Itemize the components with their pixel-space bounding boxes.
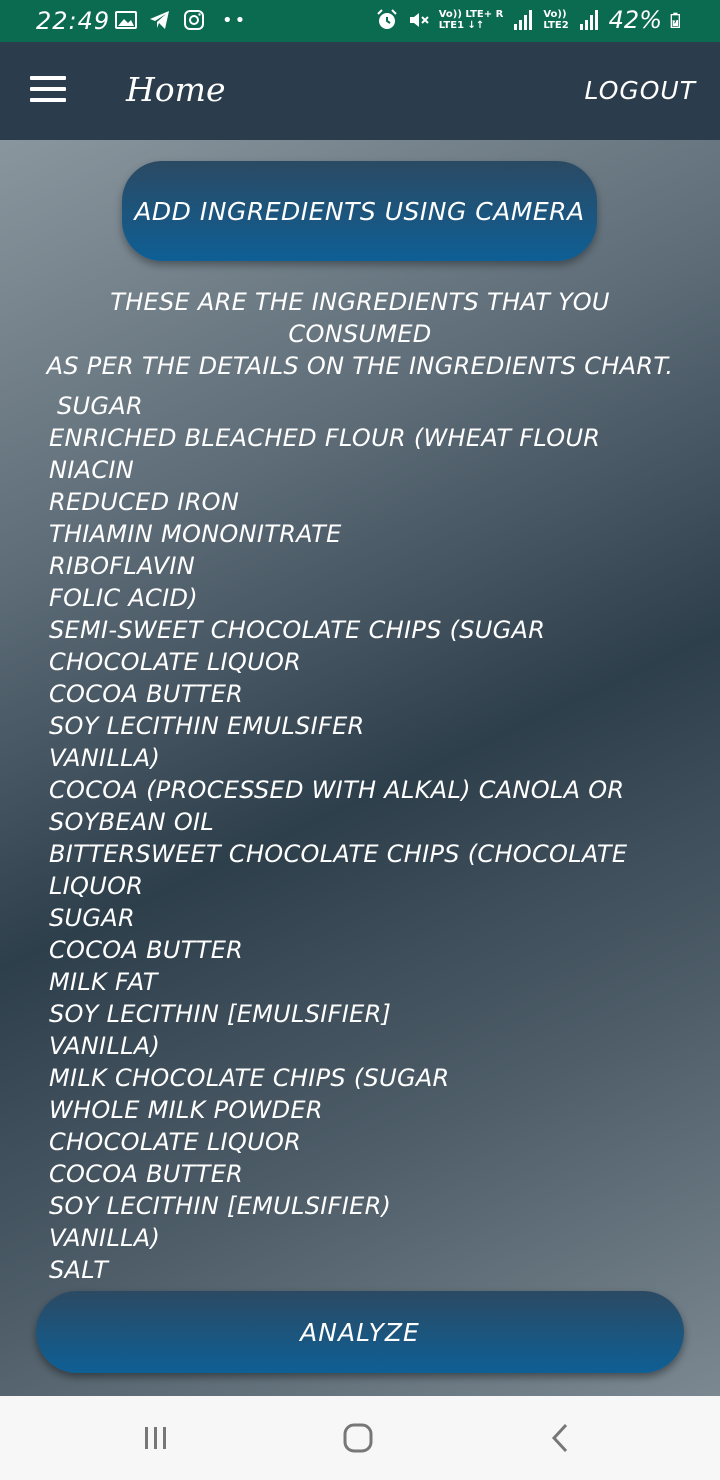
net1-bottom-text: LTE1 ↓↑ [438,20,485,31]
battery-percent: 42% [608,6,662,34]
ingredient-item: MILK FAT [49,968,158,996]
ingredient-item: BITTERSWEET CHOCOLATE CHIPS (CHOCOLATE [49,840,628,868]
ingredient-item: SUGAR [49,904,135,932]
battery-icon [670,12,680,28]
recents-icon[interactable] [136,1418,176,1458]
ingredient-item: SOYBEAN OIL [49,808,215,836]
status-time: 22:49 [36,7,111,35]
ingredient-item: SALT [49,1256,109,1284]
ingredient-item: COCOA BUTTER [49,936,244,964]
instagram-icon [184,10,204,30]
signal-icon [579,10,598,30]
add-ingredients-camera-button[interactable]: ADD INGREDIENTS USING CAMERA [122,161,597,261]
image-icon [115,11,137,29]
ingredient-item: SUGAR [57,392,143,420]
ingredient-item: FOLIC ACID) [49,584,198,612]
ingredient-item: VANILLA) [49,1032,161,1060]
analyze-button[interactable]: ANALYZE [36,1291,684,1373]
ingredient-item: WHOLE MILK POWDER [49,1096,323,1124]
ingredient-item: ENRICHED BLEACHED FLOUR (WHEAT FLOUR [49,424,601,452]
status-bar: 22:49 •• Vo)) LTE+ R LTE1 ↓↑ Vo)) LTE2 4… [0,0,720,42]
ingredient-item: CHOCOLATE LIQUOR [49,648,302,676]
status-right-icons: Vo)) LTE+ R LTE1 ↓↑ Vo)) LTE2 42% [375,6,686,34]
ingredient-item: SOY LECITHIN EMULSIFER [49,712,365,740]
ingredient-item: MILK CHOCOLATE CHIPS (SUGAR [49,1064,450,1092]
signal-icon [514,10,533,30]
ingredient-list: SUGAR ENRICHED BLEACHED FLOUR (WHEAT FLO… [49,390,689,1286]
ingredient-item: REDUCED IRON [49,488,240,516]
back-icon[interactable] [540,1418,580,1458]
ingredient-item: NIACIN [49,456,135,484]
ingredient-item: COCOA (PROCESSED WITH ALKAL) CANOLA OR [49,776,625,804]
ingredient-item: VANILLA) [49,744,161,772]
net2-top-text: Vo)) [543,9,567,20]
ingredient-item: COCOA BUTTER [49,680,244,708]
app-bar: Home LOGOUT [0,42,720,140]
network-lte2: Vo)) LTE2 [543,9,568,31]
alarm-icon [376,9,397,29]
network-lte1: Vo)) LTE+ R LTE1 ↓↑ [439,9,504,31]
home-icon[interactable] [338,1418,378,1458]
ingredient-item: SOY LECITHIN [EMULSIFIER] [49,1000,392,1028]
ingredient-item: LIQUOR [49,872,144,900]
ingredient-item: SOY LECITHIN [EMULSIFIER) [49,1192,392,1220]
net2-bottom-text: LTE2 [543,20,569,31]
main-content: ADD INGREDIENTS USING CAMERA THESE ARE T… [0,140,720,1396]
system-nav-bar [0,1396,720,1480]
intro-line-1: THESE ARE THE INGREDIENTS THAT YOU CONSU… [110,288,610,348]
ingredient-item: COCOA BUTTER [49,1160,244,1188]
intro-text: THESE ARE THE INGREDIENTS THAT YOU CONSU… [40,286,680,382]
home-screen: 22:49 •• Vo)) LTE+ R LTE1 ↓↑ Vo)) LTE2 4… [0,0,720,1480]
page-title: Home [126,70,226,109]
net1-top-text: Vo)) LTE+ R [438,9,504,20]
ingredient-item: CHOCOLATE LIQUOR [49,1128,302,1156]
menu-icon[interactable] [30,76,66,106]
status-left-icons: •• [114,8,247,32]
status-more-dots: •• [222,9,248,31]
mute-icon [409,13,429,27]
ingredient-item: RIBOFLAVIN [49,552,195,580]
logout-button[interactable]: LOGOUT [585,76,696,105]
telegram-icon [150,11,169,29]
ingredient-item: SEMI-SWEET CHOCOLATE CHIPS (SUGAR [49,616,546,644]
ingredient-item: VANILLA) [49,1224,161,1252]
ingredient-item: THIAMIN MONONITRATE [49,520,342,548]
intro-line-2: AS PER THE DETAILS ON THE INGREDIENTS CH… [46,352,674,380]
